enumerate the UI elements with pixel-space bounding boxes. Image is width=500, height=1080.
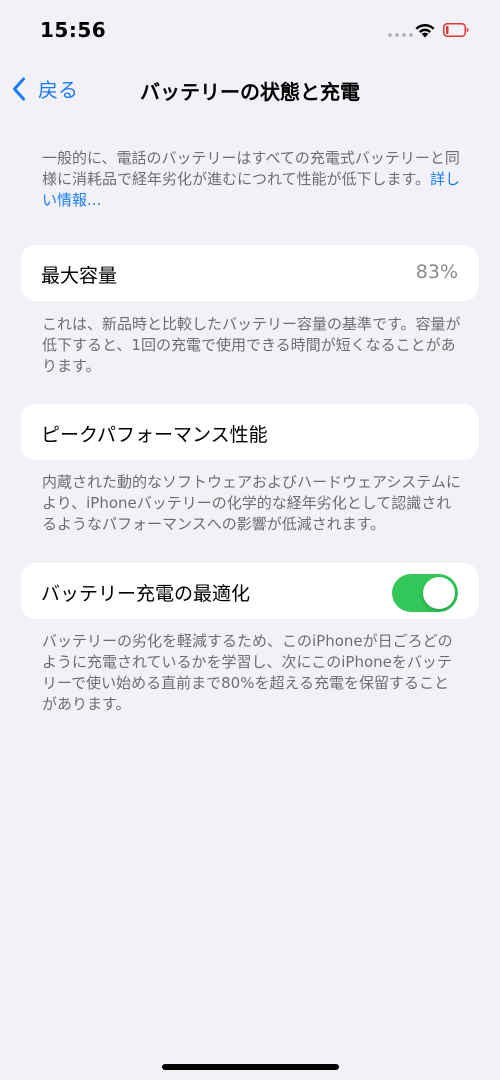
max-capacity-row: 最大容量 83%: [21, 245, 478, 301]
max-capacity-value: 83%: [415, 261, 458, 283]
status-time: 15:56: [40, 18, 107, 42]
optimized-charging-description: バッテリーの劣化を軽減するため、このiPhoneが日ごろどのように充電されている…: [42, 632, 453, 713]
max-capacity-description: これは、新品時と比較したバッテリー容量の基準です。容量が低下すると、1回の充電で…: [42, 315, 461, 375]
optimized-charging-label: バッテリー充電の最適化: [41, 583, 251, 605]
peak-performance-description: 内蔵された動的なソフトウェアおよびハードウェアシステムにより、iPhoneバッテ…: [42, 473, 461, 533]
page-title: バッテリーの状態と充電: [140, 80, 360, 104]
intro-text: 一般的に、電話のバッテリーはすべての充電式バッテリーと同様に消耗品で経年劣化が進…: [42, 148, 462, 211]
cellular-signal-icon: [388, 33, 413, 37]
status-bar: 15:56: [0, 0, 500, 60]
optimized-charging-toggle[interactable]: [392, 574, 458, 612]
intro-description: 一般的に、電話のバッテリーはすべての充電式バッテリーと同様に消耗品で経年劣化が進…: [42, 149, 460, 188]
peak-performance-label: ピークパフォーマンス性能: [41, 424, 268, 446]
navigation-bar: 戻る バッテリーの状態と充電: [0, 66, 500, 110]
toggle-knob: [423, 577, 455, 609]
optimized-charging-row: バッテリー充電の最適化: [21, 563, 478, 619]
battery-icon: [443, 23, 469, 37]
wifi-icon: [415, 23, 435, 38]
peak-performance-row[interactable]: ピークパフォーマンス性能: [21, 404, 478, 460]
max-capacity-label: 最大容量: [41, 265, 118, 287]
home-indicator[interactable]: [162, 1064, 339, 1070]
